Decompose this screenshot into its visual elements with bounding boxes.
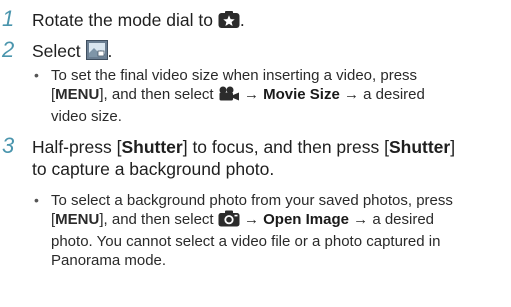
step-number: 1 [2,6,15,31]
step-text: Rotate the mode dial to . [32,9,505,34]
shutter-key: Shutter [121,137,183,157]
step-text: Half-press [Shutter] to focus, and then … [32,137,456,179]
manual-page: 1 Rotate the mode dial to . 2 Select . •… [0,0,511,307]
step-number: 3 [2,133,15,158]
bullet-line: video size. [51,108,122,125]
option-name: Open Image [263,211,349,228]
menu-key: MENU [55,86,100,103]
step-number: 2 [2,37,15,62]
bullet-dot: • [34,67,39,83]
shutter-key: Shutter [388,137,451,157]
movie-camera-icon [218,86,240,107]
bullet-line: To select a background photo from your s… [51,192,453,209]
bullet-dot: • [34,192,39,208]
camera-icon [218,210,240,232]
option-name: Movie Size [263,86,340,103]
menu-key: MENU [55,211,100,228]
bullet-line: To set the final video size when inserti… [51,67,418,84]
magic-frame-icon [85,40,108,65]
bullet-line: Panorama mode. [51,252,167,269]
star-mode-icon [218,11,240,34]
bullet-line: photo. You cannot select a video file or… [51,233,441,250]
step-text: Select . [32,40,505,65]
